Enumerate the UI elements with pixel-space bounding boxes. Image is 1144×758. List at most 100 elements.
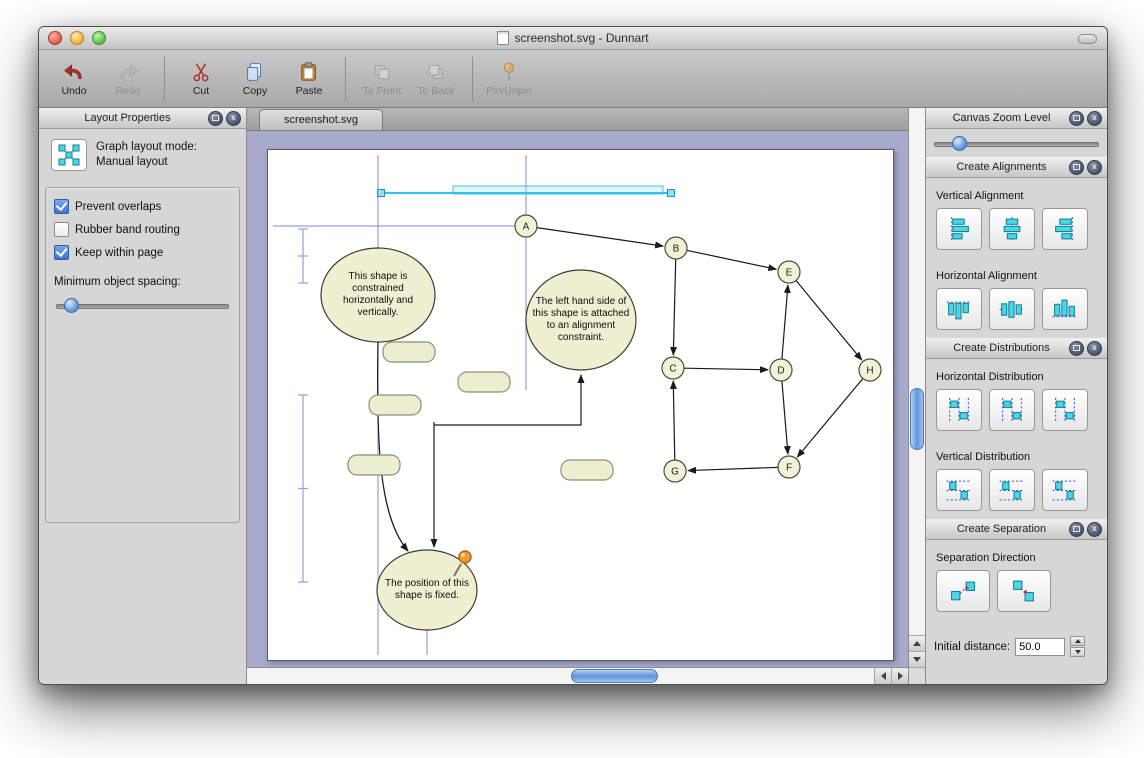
scroll-left-button[interactable] — [874, 668, 891, 684]
paste-button[interactable]: Paste — [282, 60, 336, 97]
app-window: screenshot.svg - Dunnart Undo Redo Cut C… — [38, 26, 1108, 685]
keep-within-page-checkbox[interactable] — [54, 245, 69, 260]
align-right-button[interactable] — [1042, 208, 1088, 250]
close-window-button[interactable] — [48, 31, 62, 45]
to-back-icon — [424, 60, 448, 84]
copy-button[interactable]: Copy — [228, 60, 282, 97]
distribute-v-bottom-button[interactable] — [1042, 469, 1088, 511]
undo-label: Undo — [61, 85, 86, 97]
horizontal-distribution-label: Horizontal Distribution — [936, 371, 1107, 383]
rubber-band-routing-checkbox[interactable] — [54, 222, 69, 237]
bubble-fixed-label: The position of this shape is fixed. — [379, 562, 475, 618]
panel-close-icon[interactable]: x — [1087, 111, 1102, 126]
align-left-icon — [945, 216, 973, 243]
panel-float-icon[interactable] — [1069, 111, 1084, 126]
panel-close-icon[interactable]: x — [1087, 160, 1102, 175]
panel-close-icon[interactable]: x — [1087, 522, 1102, 537]
create-separation-header[interactable]: Create Separation x — [926, 519, 1107, 540]
panel-close-icon[interactable]: x — [1087, 341, 1102, 356]
align-middle-button[interactable] — [989, 288, 1035, 330]
canvas-page[interactable]: ABCDEFGH This shape is constrained horiz… — [267, 149, 894, 661]
stepper-down-button[interactable] — [1070, 647, 1085, 657]
traffic-lights — [48, 31, 106, 45]
separation-horizontal-button[interactable] — [936, 570, 990, 612]
distribute-h-left-button[interactable] — [936, 389, 982, 431]
svg-text:E: E — [786, 268, 793, 279]
create-separation-title: Create Separation — [926, 523, 1069, 535]
scroll-up-button[interactable] — [909, 635, 925, 651]
main-area: Layout Properties x Graph layout mode: M… — [39, 108, 1107, 684]
stepper-up-button[interactable] — [1070, 636, 1085, 646]
vertical-scroll-track[interactable] — [909, 108, 925, 635]
toolbar-toggle-button[interactable] — [1078, 34, 1097, 44]
prevent-overlaps-checkbox[interactable] — [54, 199, 69, 214]
redo-button: Redo — [101, 60, 155, 97]
scroll-right-button[interactable] — [891, 668, 908, 684]
align-bottom-button[interactable] — [1042, 288, 1088, 330]
panel-float-icon[interactable] — [208, 111, 223, 126]
horizontal-scroll-track[interactable] — [247, 668, 874, 684]
tab-screenshot-svg[interactable]: screenshot.svg — [259, 109, 383, 130]
align-left-button[interactable] — [936, 208, 982, 250]
panel-header-buttons: x — [1069, 160, 1102, 175]
distribute-h-center-button[interactable] — [989, 389, 1035, 431]
svg-text:D: D — [777, 366, 784, 377]
distribute-v-top-button[interactable] — [936, 469, 982, 511]
horizontal-alignment-label: Horizontal Alignment — [936, 270, 1107, 282]
distribute-h-right-button[interactable] — [1042, 389, 1088, 431]
align-center-button[interactable] — [989, 208, 1035, 250]
cut-button[interactable]: Cut — [174, 60, 228, 97]
title-area: screenshot.svg - Dunnart — [39, 27, 1107, 49]
checkbox-keep-within-page[interactable]: Keep within page — [54, 245, 231, 260]
horizontal-distribution-buttons — [936, 389, 1107, 431]
checkbox-prevent-overlaps[interactable]: Prevent overlaps — [54, 199, 231, 214]
triangle-up-icon — [1075, 639, 1081, 643]
svg-text:G: G — [671, 467, 679, 478]
scroll-down-button[interactable] — [909, 651, 925, 667]
distribute-h-left-icon — [945, 397, 973, 424]
canvas-zoom-header[interactable]: Canvas Zoom Level x — [926, 108, 1107, 129]
panel-float-icon[interactable] — [1069, 522, 1084, 537]
align-top-button[interactable] — [936, 288, 982, 330]
distribute-h-right-icon — [1051, 397, 1079, 424]
minimum-object-spacing-slider[interactable] — [56, 298, 229, 312]
create-alignments-header[interactable]: Create Alignments x — [926, 157, 1107, 178]
undo-button[interactable]: Undo — [47, 60, 101, 97]
vertical-scroll-thumb[interactable] — [910, 388, 924, 450]
vertical-scrollbar[interactable] — [908, 108, 925, 684]
layout-properties-title: Layout Properties — [39, 112, 208, 124]
panel-close-icon[interactable]: x — [226, 111, 241, 126]
slider-thumb[interactable] — [952, 136, 967, 151]
distribute-v-bottom-icon — [1051, 477, 1079, 504]
bubble-alignment-label: The left hand side of this shape is atta… — [529, 275, 633, 365]
initial-distance-input[interactable] — [1015, 638, 1065, 656]
diagram-svg[interactable]: ABCDEFGH — [268, 150, 893, 660]
svg-text:A: A — [523, 222, 530, 233]
panel-float-icon[interactable] — [1069, 160, 1084, 175]
slider-thumb[interactable] — [64, 298, 79, 313]
canvas-zoom-slider[interactable] — [934, 136, 1099, 150]
create-distributions-header[interactable]: Create Distributions x — [926, 338, 1107, 359]
separation-direction-label: Separation Direction — [936, 552, 1107, 564]
graph-glyph-icon — [56, 143, 82, 167]
initial-distance-row: Initial distance: — [934, 636, 1107, 657]
copy-icon — [243, 60, 267, 84]
zoom-window-button[interactable] — [92, 31, 106, 45]
canvas-column: screenshot.svg ABCDEFGH This shape is co… — [247, 108, 908, 684]
to-front-label: To Front — [363, 85, 402, 97]
vertical-distribution-buttons — [936, 469, 1107, 511]
horizontal-scroll-thumb[interactable] — [571, 669, 658, 683]
horizontal-scrollbar[interactable] — [247, 667, 908, 684]
layout-properties-header[interactable]: Layout Properties x — [39, 108, 246, 129]
titlebar[interactable]: screenshot.svg - Dunnart — [39, 27, 1107, 50]
distribute-v-middle-button[interactable] — [989, 469, 1035, 511]
separation-vertical-button[interactable] — [997, 570, 1051, 612]
initial-distance-stepper — [1070, 636, 1085, 657]
paste-icon — [297, 60, 321, 84]
canvas-viewport[interactable]: ABCDEFGH This shape is constrained horiz… — [247, 131, 908, 667]
minimize-window-button[interactable] — [70, 31, 84, 45]
toolbar-separator — [472, 57, 473, 101]
checkbox-rubber-band-routing[interactable]: Rubber band routing — [54, 222, 231, 237]
redo-label: Redo — [115, 85, 140, 97]
panel-float-icon[interactable] — [1069, 341, 1084, 356]
